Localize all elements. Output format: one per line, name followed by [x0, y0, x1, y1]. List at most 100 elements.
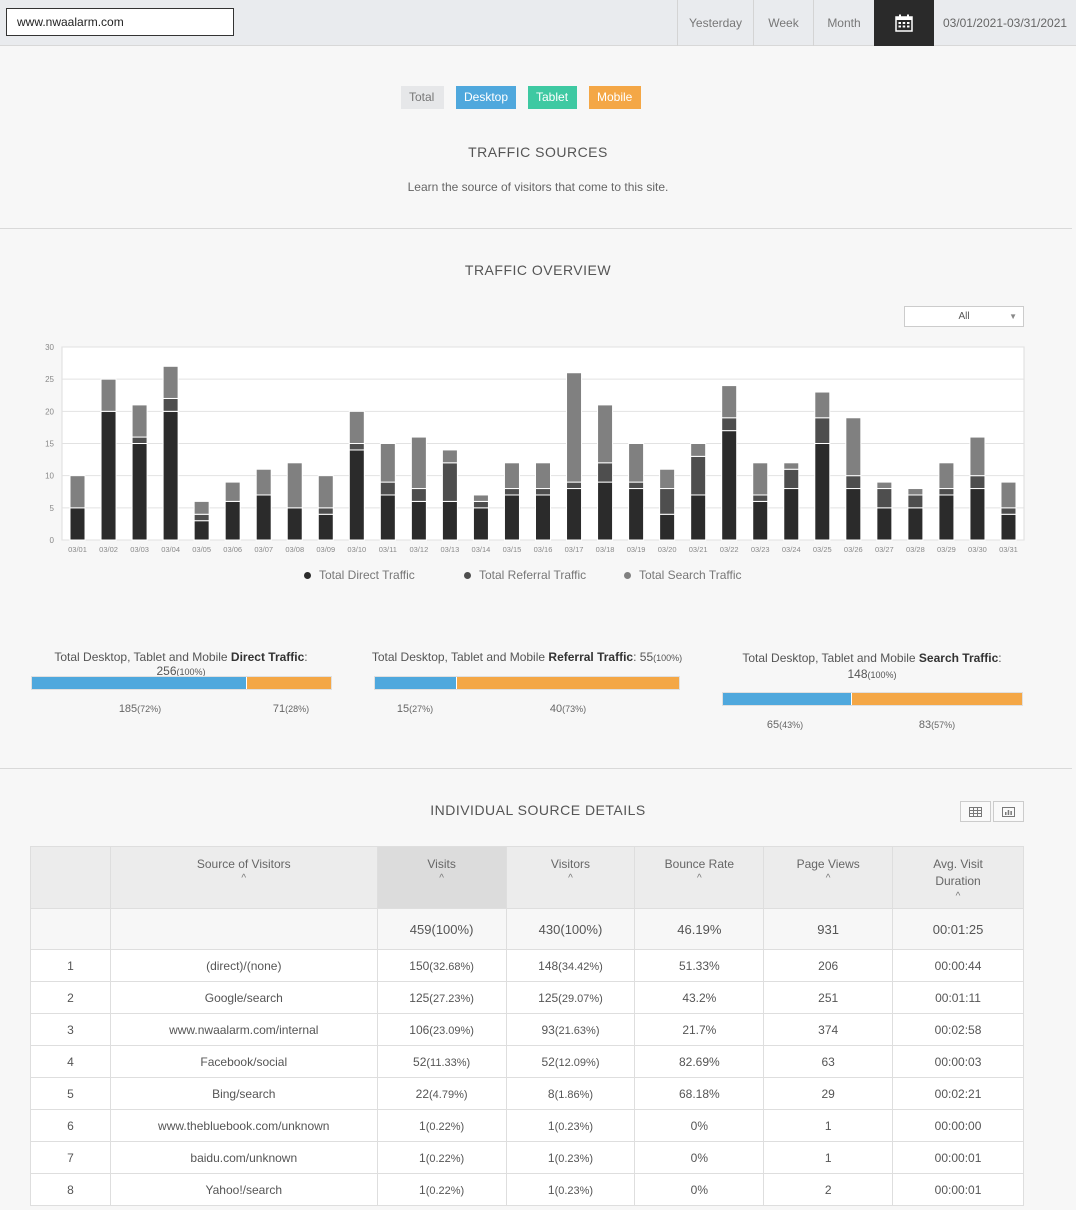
mobile-segment	[457, 677, 679, 689]
bar-segment	[628, 481, 645, 490]
x-tick-label: 03/13	[441, 545, 460, 554]
row-visits: 1(0.22%)	[376, 1141, 507, 1174]
table-row[interactable]: 6 www.thebluebook.com/unknown 1(0.22%) 1(0.…	[30, 1109, 1024, 1142]
top-bar: www.nwaalarm.com Yesterday Week Month 03…	[0, 0, 1076, 46]
range-month-button[interactable]: Month	[813, 0, 874, 46]
row-visitors: 1(0.23%)	[505, 1109, 636, 1142]
table-view-button[interactable]	[960, 801, 991, 822]
bar-segment	[907, 488, 924, 496]
row-visitors: 1(0.23%)	[505, 1141, 636, 1174]
col-bounce-header[interactable]: Bounce Rate ^	[634, 846, 765, 909]
table-row[interactable]: 7 baidu.com/unknown 1(0.22%) 1(0.23%) 0% 1 00:…	[30, 1141, 1024, 1174]
table-row[interactable]: 5 Bing/search 22(4.79%) 8(1.86%) 68.18% 29 00:…	[30, 1077, 1024, 1110]
row-source: Bing/search	[109, 1077, 378, 1110]
traffic-filter-select[interactable]: All ▼	[904, 306, 1024, 327]
col-duration-header[interactable]: Avg. Visit Duration ^	[892, 846, 1024, 909]
col-pageviews-header[interactable]: Page Views ^	[763, 846, 894, 909]
traffic-filter-value: All	[958, 311, 970, 322]
table-row[interactable]: 8 Yahoo!/search 1(0.22%) 1(0.23%) 0% 2 00:00:0…	[30, 1173, 1024, 1206]
bar-segment	[690, 443, 707, 457]
chevron-down-icon: ▼	[1009, 312, 1017, 321]
bar-segment	[193, 500, 210, 515]
col-source-header[interactable]: Source of Visitors ^	[109, 846, 378, 909]
desktop-segment	[723, 693, 852, 705]
direct-mobile-value: 71(28%)	[272, 703, 310, 715]
bar-segment	[317, 475, 334, 509]
bar-segment	[255, 468, 272, 496]
range-week-button[interactable]: Week	[753, 0, 813, 46]
x-tick-label: 03/30	[968, 545, 987, 554]
tab-total[interactable]: Total	[401, 86, 444, 109]
referral-traffic-bar	[374, 676, 680, 690]
bar-segment	[752, 500, 769, 541]
x-tick-label: 03/06	[223, 545, 242, 554]
direct-traffic-total: Total Desktop, Tablet and Mobile Direct …	[54, 650, 308, 678]
bar-segment	[876, 507, 893, 541]
row-visitors: 8(1.86%)	[505, 1077, 636, 1110]
sort-arrow-icon: ^	[825, 873, 831, 884]
bar-segment	[410, 500, 427, 541]
row-index: 5	[30, 1077, 111, 1110]
row-pageviews: 206	[763, 949, 894, 982]
site-selector-input[interactable]: www.nwaalarm.com	[6, 8, 234, 36]
x-tick-label: 03/08	[285, 545, 304, 554]
bar-segment	[193, 520, 210, 541]
col-index	[30, 846, 111, 909]
range-yesterday-button[interactable]: Yesterday	[677, 0, 753, 46]
bar-segment	[224, 481, 241, 502]
mobile-segment	[247, 677, 331, 689]
tab-mobile[interactable]: Mobile	[589, 86, 641, 109]
bar-segment	[845, 488, 862, 541]
date-range-display[interactable]: 03/01/2021-03/31/2021	[934, 0, 1076, 46]
tab-desktop[interactable]: Desktop	[456, 86, 516, 109]
bar-segment	[876, 488, 893, 509]
row-duration: 00:01:11	[892, 981, 1024, 1014]
bar-segment	[162, 365, 179, 399]
bar-segment	[1000, 513, 1017, 541]
table-row[interactable]: 4 Facebook/social 52(11.33%) 52(12.09%) 82.6…	[30, 1045, 1024, 1078]
summary-duration: 00:01:25	[892, 908, 1024, 950]
bar-segment	[969, 436, 986, 477]
bar-segment	[845, 475, 862, 490]
col-visitors-header[interactable]: Visitors ^	[505, 846, 636, 909]
row-source: Yahoo!/search	[109, 1173, 378, 1206]
tab-tablet[interactable]: Tablet	[528, 86, 577, 109]
col-visits-header[interactable]: Visits ^	[376, 846, 507, 909]
x-tick-label: 03/05	[192, 545, 211, 554]
row-visits: 1(0.22%)	[376, 1173, 507, 1206]
bar-segment	[535, 494, 551, 541]
legend-item-referral[interactable]: Total Referral Traffic	[464, 568, 586, 582]
x-tick-label: 03/07	[254, 545, 273, 554]
y-tick-label: 25	[45, 375, 54, 384]
legend-dot-icon	[624, 571, 631, 579]
calendar-button[interactable]	[874, 0, 934, 46]
bar-segment	[814, 443, 831, 541]
bar-segment	[659, 513, 676, 541]
table-row[interactable]: 2 Google/search 125(27.23%) 125(29.07%) 43.2…	[30, 981, 1024, 1014]
referral-traffic-total: Total Desktop, Tablet and Mobile Referra…	[371, 650, 683, 664]
row-visits: 1(0.22%)	[376, 1109, 507, 1142]
bar-segment	[1000, 481, 1017, 509]
row-index: 1	[30, 949, 111, 982]
y-tick-label: 5	[50, 504, 55, 513]
bar-segment	[535, 462, 551, 490]
row-visitors: 52(12.09%)	[505, 1045, 636, 1078]
bar-segment	[907, 494, 924, 509]
legend-item-search[interactable]: Total Search Traffic	[624, 568, 742, 582]
table-row[interactable]: 3 www.nwaalarm.com/internal 106(23.09%) 93(…	[30, 1013, 1024, 1046]
bar-segment	[224, 500, 241, 541]
row-bounce: 43.2%	[634, 981, 765, 1014]
bar-segment	[659, 488, 676, 515]
row-bounce: 21.7%	[634, 1013, 765, 1046]
row-visitors: 1(0.23%)	[505, 1173, 636, 1206]
bar-segment	[379, 481, 396, 496]
chart-view-button[interactable]	[993, 801, 1024, 822]
legend-item-direct[interactable]: Total Direct Traffic	[304, 568, 415, 582]
table-view-icon	[969, 806, 982, 817]
row-index: 2	[30, 981, 111, 1014]
row-visits: 22(4.79%)	[376, 1077, 507, 1110]
legend-label: Total Referral Traffic	[479, 568, 587, 582]
row-duration: 00:00:01	[892, 1173, 1024, 1206]
table-row[interactable]: 1 (direct)/(none) 150(32.68%) 148(34.42%) 51…	[30, 949, 1024, 982]
y-tick-label: 30	[45, 343, 54, 352]
